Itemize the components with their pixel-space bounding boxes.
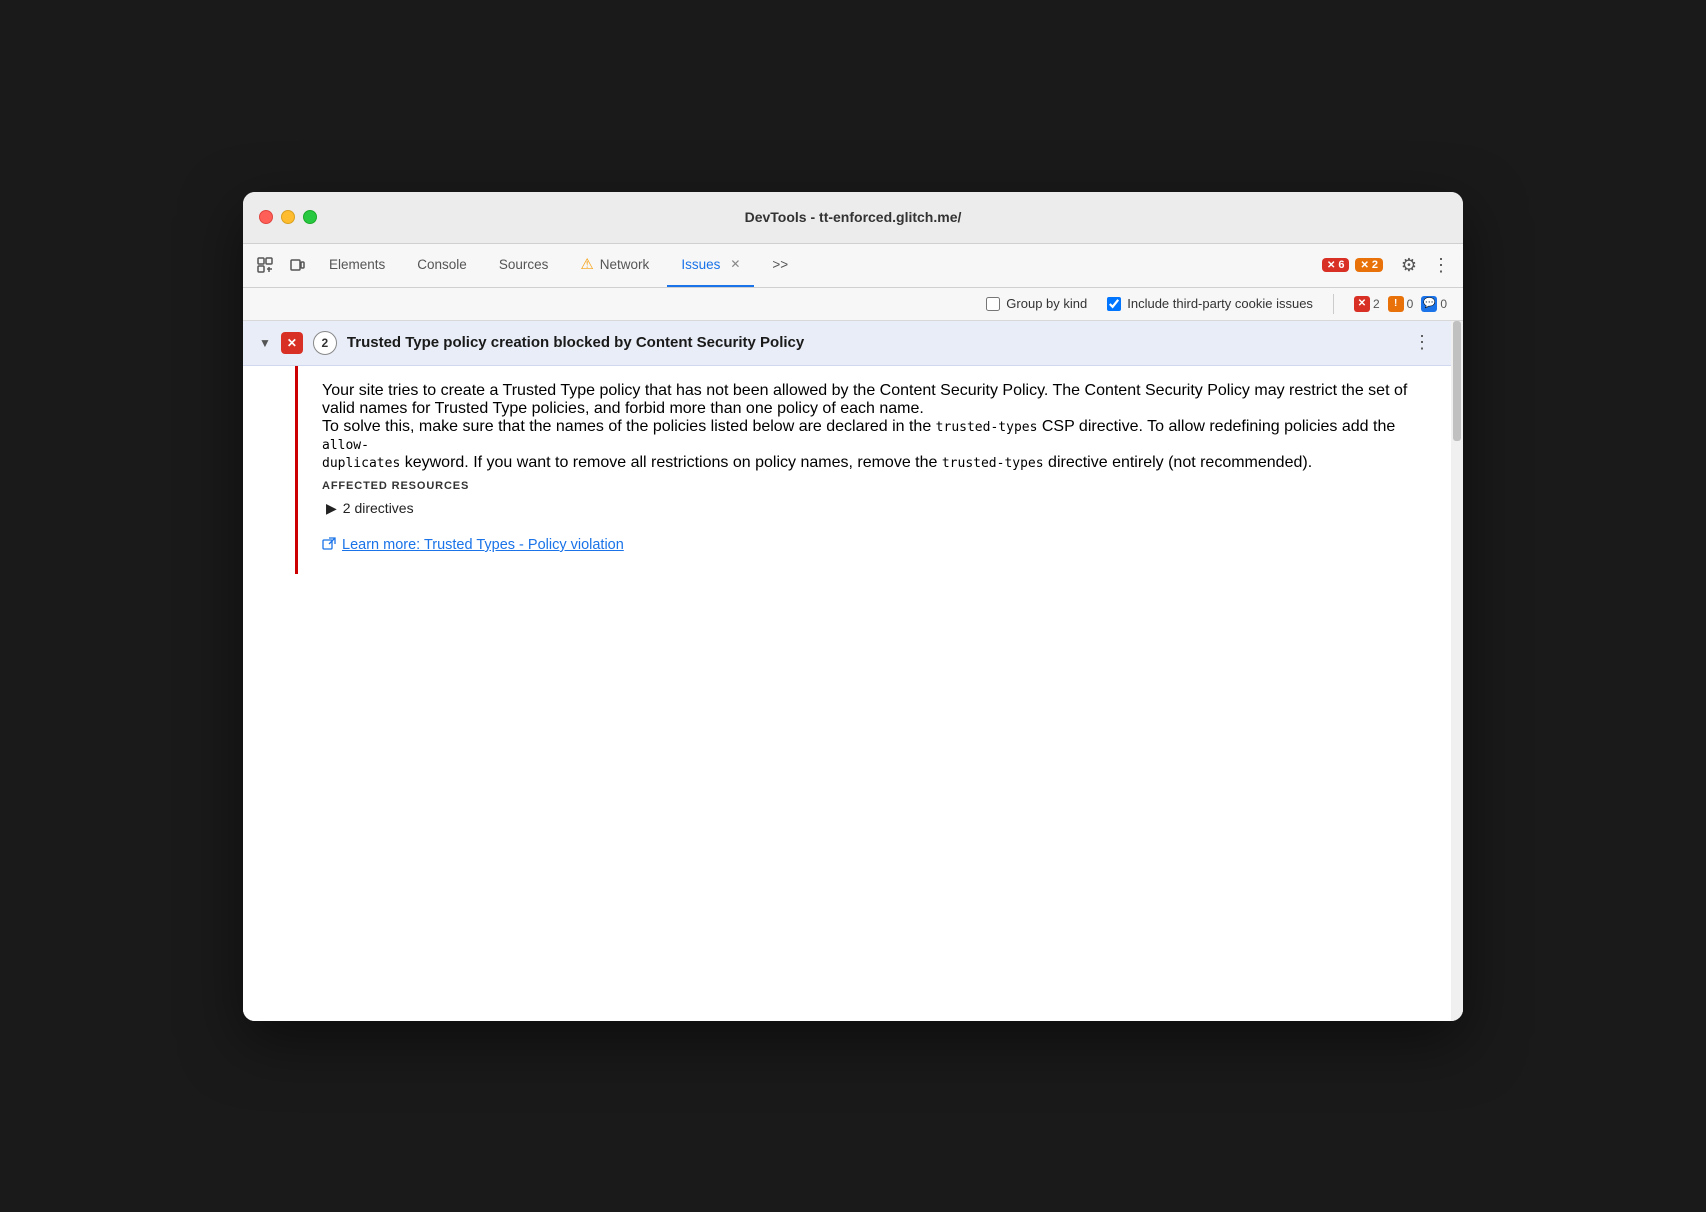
external-link-icon — [322, 537, 336, 554]
window-title: DevTools - tt-enforced.glitch.me/ — [745, 209, 962, 225]
options-bar: Group by kind Include third-party cookie… — [243, 288, 1463, 321]
issue-error-badge: ✕ — [281, 332, 303, 354]
warning-icon: ✕ — [1360, 260, 1368, 271]
code-trusted-types-2: trusted-types — [942, 456, 1044, 471]
options-badges: ✕ 2 ! 0 💬 0 — [1354, 296, 1447, 312]
chevron-down-icon: ▼ — [259, 336, 271, 350]
traffic-lights — [259, 210, 317, 224]
tab-issues-close[interactable]: ✕ — [730, 257, 740, 271]
orange-badge-count: ! 0 — [1388, 296, 1414, 312]
issue-more-button[interactable]: ⋮ — [1409, 332, 1435, 353]
red-x-icon: ✕ — [1354, 296, 1370, 312]
inspector-icon[interactable] — [251, 251, 279, 279]
p2-text-before: To solve this, make sure that the names … — [322, 418, 936, 435]
issue-description-p2: To solve this, make sure that the names … — [322, 418, 1411, 472]
issue-description-p1: Your site tries to create a Trusted Type… — [322, 382, 1411, 418]
devtools-window: DevTools - tt-enforced.glitch.me/ Elemen… — [243, 192, 1463, 1021]
tab-bar: Elements Console Sources ⚠ Network Issue… — [243, 244, 1463, 288]
directives-toggle[interactable]: ▶ 2 directives — [326, 500, 1411, 517]
more-options-icon[interactable]: ⋮ — [1427, 251, 1455, 279]
main-panel: ▼ ✕ 2 Trusted Type policy creation block… — [243, 321, 1451, 1021]
issue-count-circle: 2 — [313, 331, 337, 355]
maximize-button[interactable] — [303, 210, 317, 224]
tab-console[interactable]: Console — [403, 243, 481, 287]
warning-badge: ✕ 2 — [1355, 258, 1383, 272]
group-by-kind-checkbox[interactable] — [986, 297, 1000, 311]
p2-text-mid2: keyword. If you want to remove all restr… — [400, 454, 942, 471]
include-third-party-checkbox[interactable] — [1107, 297, 1121, 311]
close-button[interactable] — [259, 210, 273, 224]
code-allow-duplicates: allow-duplicates — [322, 438, 400, 471]
scrollbar[interactable] — [1451, 321, 1463, 1021]
include-third-party-label[interactable]: Include third-party cookie issues — [1107, 296, 1313, 311]
error-badge: ✕ 6 — [1322, 258, 1350, 272]
code-trusted-types-1: trusted-types — [936, 420, 1038, 435]
orange-warning-icon: ! — [1388, 296, 1404, 312]
blue-chat-icon: 💬 — [1421, 296, 1437, 312]
issue-body: Your site tries to create a Trusted Type… — [295, 366, 1451, 574]
issue-title: Trusted Type policy creation blocked by … — [347, 334, 1399, 351]
p2-text-mid1: CSP directive. To allow redefining polic… — [1037, 418, 1395, 435]
tab-more[interactable]: >> — [758, 243, 802, 287]
settings-icon[interactable]: ⚙ — [1395, 251, 1423, 279]
issue-x-icon: ✕ — [287, 336, 297, 350]
tab-elements[interactable]: Elements — [315, 243, 399, 287]
group-by-kind-label[interactable]: Group by kind — [986, 296, 1087, 311]
red-badge-count: ✕ 2 — [1354, 296, 1380, 312]
tab-network[interactable]: ⚠ Network — [566, 243, 663, 287]
chevron-right-icon: ▶ — [326, 500, 337, 517]
error-x-icon: ✕ — [1327, 260, 1335, 271]
minimize-button[interactable] — [281, 210, 295, 224]
tab-sources[interactable]: Sources — [485, 243, 563, 287]
network-warning-icon: ⚠ — [580, 255, 593, 273]
device-icon[interactable] — [283, 251, 311, 279]
blue-badge-count: 💬 0 — [1421, 296, 1447, 312]
tab-issues[interactable]: Issues ✕ — [667, 243, 754, 287]
learn-more-link[interactable]: Learn more: Trusted Types - Policy viola… — [322, 537, 1411, 554]
issue-header[interactable]: ▼ ✕ 2 Trusted Type policy creation block… — [243, 321, 1451, 366]
affected-resources: AFFECTED RESOURCES ▶ 2 directives — [322, 480, 1411, 517]
p2-text-end: directive entirely (not recommended). — [1044, 454, 1313, 471]
options-divider — [1333, 294, 1334, 314]
affected-label: AFFECTED RESOURCES — [322, 480, 1411, 492]
titlebar: DevTools - tt-enforced.glitch.me/ — [243, 192, 1463, 244]
content-area: ▼ ✕ 2 Trusted Type policy creation block… — [243, 321, 1463, 1021]
